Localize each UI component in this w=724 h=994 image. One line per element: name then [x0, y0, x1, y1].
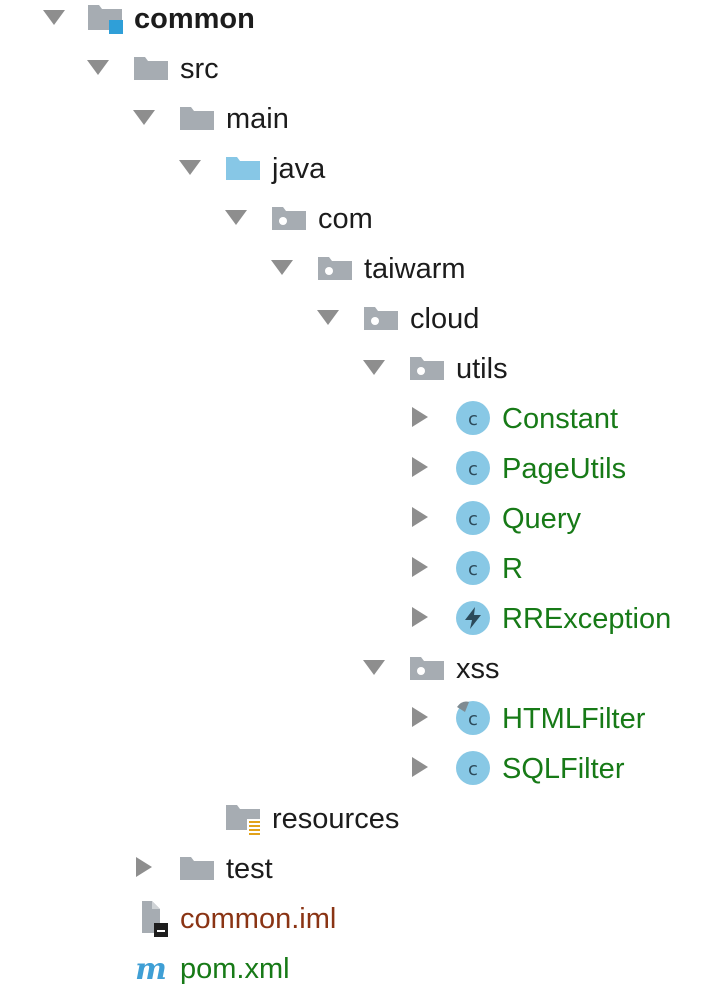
tree-item-xss[interactable]: xss — [0, 644, 724, 694]
project-tree: common src main java com taiwarm cloud u… — [0, 0, 724, 990]
collapse-arrow-icon[interactable] — [406, 553, 434, 581]
svg-text:c: c — [468, 559, 478, 580]
tree-item-taiwarm[interactable]: taiwarm — [0, 244, 724, 294]
tree-item-label: com — [318, 203, 373, 235]
tree-item-query[interactable]: c Query — [0, 494, 724, 544]
expand-arrow-icon[interactable] — [40, 3, 68, 31]
svg-text:c: c — [468, 759, 478, 780]
collapse-arrow-icon[interactable] — [406, 403, 434, 431]
module-folder-icon — [86, 0, 124, 37]
tree-item-r[interactable]: c R — [0, 544, 724, 594]
expand-arrow-icon[interactable] — [84, 53, 112, 81]
expand-arrow-icon[interactable] — [222, 203, 250, 231]
collapse-arrow-icon[interactable] — [130, 853, 158, 881]
source-root-folder-icon — [224, 149, 262, 187]
package-icon — [362, 299, 400, 337]
expand-arrow-icon[interactable] — [268, 253, 296, 281]
tree-item-label: cloud — [410, 303, 480, 335]
tree-item-pom-xml[interactable]: m pom.xml — [0, 944, 724, 994]
tree-item-label: taiwarm — [364, 253, 466, 285]
tree-item-label: SQLFilter — [502, 753, 625, 785]
expand-arrow-icon[interactable] — [314, 303, 342, 331]
class-icon: c — [454, 549, 492, 587]
tree-item-common-iml[interactable]: common.iml — [0, 894, 724, 944]
collapse-arrow-icon[interactable] — [406, 603, 434, 631]
tree-item-label: Constant — [502, 403, 619, 435]
iml-file-icon — [134, 899, 172, 937]
tree-item-label: HTMLFilter — [502, 703, 646, 735]
class-icon: c — [454, 449, 492, 487]
tree-item-label: java — [272, 153, 326, 185]
tree-item-main[interactable]: main — [0, 94, 724, 144]
tree-item-label: src — [180, 53, 219, 85]
tree-item-label: PageUtils — [502, 453, 627, 485]
collapse-arrow-icon[interactable] — [406, 703, 434, 731]
svg-text:m: m — [135, 952, 167, 987]
maven-icon: m — [132, 949, 170, 987]
tree-item-utils[interactable]: utils — [0, 344, 724, 394]
package-icon — [270, 199, 308, 237]
expand-arrow-icon[interactable] — [360, 653, 388, 681]
class-icon: c — [454, 399, 492, 437]
tree-item-rrexception[interactable]: RRException — [0, 594, 724, 644]
svg-text:c: c — [468, 509, 478, 530]
tree-item-label: R — [502, 553, 523, 585]
tree-item-label: common.iml — [180, 903, 337, 935]
tree-item-test[interactable]: test — [0, 844, 724, 894]
tree-item-label: test — [226, 853, 273, 885]
tree-item-java[interactable]: java — [0, 144, 724, 194]
class-icon: c — [454, 699, 492, 737]
tree-item-label: common — [134, 3, 255, 35]
expand-arrow-icon[interactable] — [176, 153, 204, 181]
folder-icon — [178, 849, 216, 887]
collapse-arrow-icon[interactable] — [406, 503, 434, 531]
tree-item-common[interactable]: common — [0, 0, 724, 44]
tree-item-label: resources — [272, 803, 400, 835]
exception-class-icon — [454, 599, 492, 637]
package-icon — [408, 649, 446, 687]
package-icon — [408, 349, 446, 387]
svg-text:c: c — [468, 709, 478, 730]
tree-item-label: Query — [502, 503, 581, 535]
class-icon: c — [454, 499, 492, 537]
tree-item-sqlfilter[interactable]: c SQLFilter — [0, 744, 724, 794]
tree-item-label: xss — [456, 653, 500, 685]
svg-text:c: c — [468, 409, 478, 430]
tree-item-label: RRException — [502, 603, 672, 635]
tree-item-resources[interactable]: resources — [0, 794, 724, 844]
tree-item-htmlfilter[interactable]: c HTMLFilter — [0, 694, 724, 744]
tree-item-label: utils — [456, 353, 508, 385]
expand-arrow-icon[interactable] — [130, 103, 158, 131]
folder-icon — [132, 49, 170, 87]
package-icon — [316, 249, 354, 287]
expand-arrow-icon[interactable] — [360, 353, 388, 381]
tree-item-constant[interactable]: c Constant — [0, 394, 724, 444]
tree-item-pageutils[interactable]: c PageUtils — [0, 444, 724, 494]
tree-item-label: main — [226, 103, 289, 135]
tree-item-label: pom.xml — [180, 953, 290, 985]
tree-item-cloud[interactable]: cloud — [0, 294, 724, 344]
tree-item-src[interactable]: src — [0, 44, 724, 94]
collapse-arrow-icon[interactable] — [406, 753, 434, 781]
resources-folder-icon — [224, 799, 262, 837]
collapse-arrow-icon[interactable] — [406, 453, 434, 481]
tree-item-com[interactable]: com — [0, 194, 724, 244]
class-icon: c — [454, 749, 492, 787]
svg-text:c: c — [468, 459, 478, 480]
folder-icon — [178, 99, 216, 137]
